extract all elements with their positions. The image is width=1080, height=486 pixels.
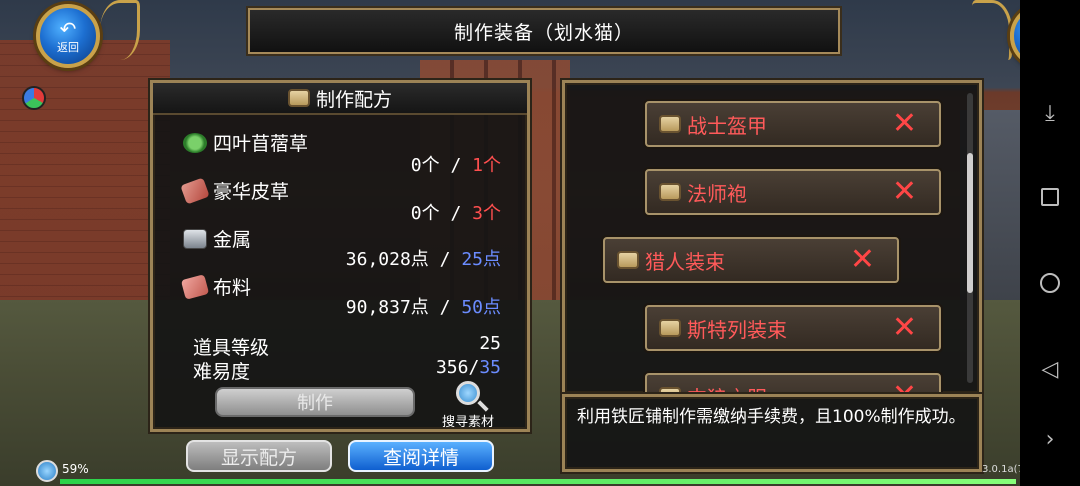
material-quantity: 36,028点 / 25点 [346, 245, 501, 271]
scroll-icon [659, 319, 681, 337]
square-icon [1041, 188, 1059, 206]
magnifier-icon [456, 381, 480, 405]
recent-apps-button[interactable] [1038, 188, 1062, 212]
item-level-value: 25 [479, 333, 501, 354]
recipe-header-label: 制作配方 [315, 88, 392, 111]
not-craftable-x-icon: ✕ [849, 242, 875, 277]
scroll-icon [287, 89, 310, 107]
not-craftable-x-icon: ✕ [891, 106, 917, 141]
list-scrollbar[interactable] [967, 93, 973, 383]
difficulty-value: 356/35 [436, 357, 501, 384]
progress-fill [60, 479, 1016, 484]
system-nav-bar: ⤓ ◁ › [1020, 0, 1080, 486]
recipe-panel: 制作配方 四叶苜蓿草 0个 / 1个 豪华皮草 0个 / 3个 金属 36,02… [150, 80, 530, 432]
equipment-item[interactable]: 战士盔甲 ✕ [645, 101, 941, 147]
scroll-icon [617, 251, 639, 269]
equipment-name: 斯特列装束 [687, 317, 787, 342]
material-row: 豪华皮草 [180, 176, 290, 205]
description-panel: 利用铁匠铺制作需缴纳手续费，且100%制作成功。 [562, 394, 982, 472]
scrollbar-thumb[interactable] [967, 153, 973, 293]
equipment-list-panel[interactable]: 战士盔甲 ✕ 法师袍 ✕ 猎人装束 ✕ 斯特列装束 ✕ 杰狼之服 ✕ [562, 80, 982, 396]
craft-button[interactable]: 制作 [215, 387, 415, 417]
battery-percent: 59% [62, 462, 89, 476]
equipment-item[interactable]: 法师袍 ✕ [645, 169, 941, 215]
material-have: 0个 [410, 203, 440, 224]
back-button[interactable]: ↶ 返回 [36, 4, 100, 68]
metal-ingot-icon [183, 228, 207, 249]
difficulty-need: 35 [479, 357, 501, 378]
description-text: 利用铁匠铺制作需缴纳手续费，且100%制作成功。 [577, 407, 966, 427]
material-quantity: 0个 / 3个 [411, 199, 501, 225]
material-need: 3个 [472, 203, 501, 224]
material-row: 四叶苜蓿草 [183, 129, 308, 156]
material-need: 50点 [461, 297, 501, 318]
not-craftable-x-icon: ✕ [891, 310, 917, 345]
scroll-icon [659, 115, 681, 133]
difficulty-row: 难易度 356/35 [193, 357, 501, 384]
back-button-label: 返回 [57, 40, 79, 54]
equipment-name: 战士盔甲 [687, 113, 767, 138]
quantity-separator: / [439, 203, 473, 224]
material-name: 豪华皮草 [213, 181, 290, 203]
equipment-item-selected[interactable]: 猎人装束 ✕ [603, 237, 899, 283]
recipe-panel-header: 制作配方 [153, 83, 527, 115]
difficulty-separator: / [468, 357, 480, 378]
scroll-icon [659, 183, 681, 201]
back-nav-button[interactable]: ◁ [1038, 358, 1062, 382]
material-quantity: 0个 / 1个 [411, 151, 501, 177]
show-recipe-button[interactable]: 显示配方 [186, 440, 332, 472]
page-title: 制作装备（划水猫） [246, 6, 842, 56]
search-materials-label: 搜寻素材 [441, 415, 494, 430]
material-name: 布料 [213, 277, 252, 299]
material-have: 0个 [410, 155, 440, 176]
ornament-wing-left [100, 0, 140, 60]
view-detail-button[interactable]: 查阅详情 [348, 440, 494, 472]
quantity-separator: / [439, 155, 473, 176]
material-need: 1个 [472, 155, 501, 176]
equipment-name: 猎人装束 [645, 249, 725, 274]
material-name: 四叶苜蓿草 [213, 133, 309, 155]
leather-icon [180, 176, 210, 205]
material-name: 金属 [213, 229, 252, 251]
difficulty-label: 难易度 [193, 361, 251, 383]
circle-icon [1040, 273, 1060, 293]
material-have: 36,028点 [345, 249, 429, 270]
item-level-label: 道具等级 [193, 337, 270, 359]
equipment-item[interactable]: 杰狼之服 ✕ [645, 373, 941, 393]
return-arrow-icon: ↶ [59, 16, 77, 41]
chevron-right-icon[interactable]: › [1038, 428, 1062, 452]
equipment-name: 法师袍 [687, 181, 747, 206]
quantity-separator: / [428, 249, 462, 270]
item-level-row: 道具等级 25 [193, 333, 501, 360]
collapse-down-icon[interactable]: ⤓ [1038, 102, 1062, 126]
status-icon [36, 460, 58, 482]
progress-bar [60, 479, 1016, 484]
equipment-item[interactable]: 斯特列装束 ✕ [645, 305, 941, 351]
not-craftable-x-icon: ✕ [891, 174, 917, 209]
material-row: 布料 [180, 273, 252, 300]
difficulty-have: 356 [435, 357, 469, 378]
search-materials-button[interactable]: 搜寻素材 [433, 381, 503, 430]
quantity-separator: / [428, 297, 462, 318]
material-have: 90,837点 [345, 297, 429, 318]
game-menu-orb-icon[interactable] [22, 86, 46, 110]
clover-icon [183, 132, 207, 153]
material-quantity: 90,837点 / 50点 [346, 293, 501, 319]
ornament-wing-right [972, 0, 1012, 60]
material-row: 金属 [183, 225, 251, 252]
background-building-left [0, 40, 170, 340]
cloth-icon [180, 273, 210, 300]
material-need: 25点 [461, 249, 501, 270]
home-nav-button[interactable] [1038, 273, 1062, 297]
